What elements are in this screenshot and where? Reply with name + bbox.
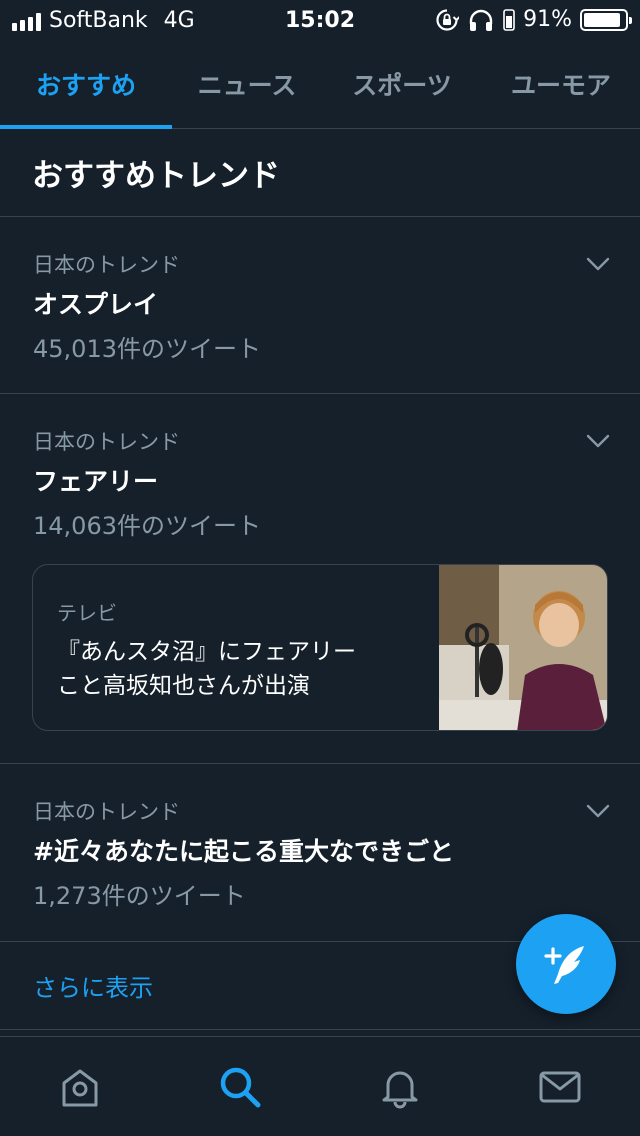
tab-news[interactable]: ニュース — [172, 40, 322, 128]
signal-strength-icon — [12, 11, 41, 31]
battery-charging-small-icon — [503, 8, 515, 31]
news-category: テレビ — [57, 601, 117, 625]
news-thumbnail — [439, 565, 607, 730]
tab-sports[interactable]: スポーツ — [322, 40, 482, 128]
bottom-navigation — [0, 1036, 640, 1136]
trend-item[interactable]: 日本のトレンド #近々あなたに起こる重大なできごと 1,273件のツイート — [0, 764, 640, 942]
trend-tweet-count: 45,013件のツイート — [33, 335, 261, 363]
explore-tabs: おすすめ ニュース スポーツ ユーモア — [0, 40, 640, 129]
trend-name: #近々あなたに起こる重大なできごと — [33, 837, 454, 866]
chevron-down-icon[interactable] — [586, 804, 610, 818]
trend-name: オスプレイ — [33, 290, 159, 319]
notifications-icon[interactable] — [378, 1065, 422, 1109]
trend-tweet-count: 14,063件のツイート — [33, 512, 261, 540]
trend-context: 日本のトレンド — [33, 430, 180, 454]
battery-fill — [584, 12, 621, 27]
chevron-down-icon[interactable] — [586, 434, 610, 448]
trend-name: フェアリー — [33, 467, 159, 496]
news-card[interactable]: テレビ 『あんスタ沼』にフェアリー こと高坂知也さんが出演 — [32, 564, 608, 731]
news-headline: 『あんスタ沼』にフェアリー こと高坂知也さんが出演 — [57, 635, 417, 703]
trend-tweet-count: 1,273件のツイート — [33, 882, 246, 910]
news-headline-line: こと高坂知也さんが出演 — [57, 673, 310, 699]
section-title: おすすめトレンド — [0, 129, 640, 217]
orientation-lock-icon — [436, 8, 460, 31]
network-type: 4G — [163, 8, 195, 33]
trend-item[interactable]: 日本のトレンド オスプレイ 45,013件のツイート — [0, 217, 640, 394]
news-headline-line: 『あんスタ沼』にフェアリー — [57, 639, 356, 665]
messages-icon[interactable] — [538, 1065, 582, 1109]
compose-tweet-icon — [544, 946, 584, 984]
trend-context: 日本のトレンド — [33, 253, 180, 277]
chevron-down-icon[interactable] — [586, 257, 610, 271]
status-left: SoftBank 4G — [12, 8, 195, 33]
status-right: 91% — [435, 7, 632, 32]
status-bar: SoftBank 4G 15:02 91% — [0, 0, 640, 40]
explore-screen: SoftBank 4G 15:02 91% おすすめ ニュース スポーツ ユーモ… — [0, 0, 640, 1136]
tab-recommended[interactable]: おすすめ — [0, 40, 172, 129]
search-icon[interactable] — [218, 1065, 262, 1109]
headphones-icon — [469, 9, 493, 31]
home-icon[interactable] — [58, 1065, 102, 1109]
carrier-name: SoftBank — [49, 8, 148, 33]
battery-percentage: 91% — [523, 7, 572, 32]
battery-icon — [580, 8, 632, 31]
tab-humor[interactable]: ユーモア — [482, 40, 640, 128]
trend-context: 日本のトレンド — [33, 800, 180, 824]
compose-tweet-button[interactable] — [516, 914, 616, 1014]
